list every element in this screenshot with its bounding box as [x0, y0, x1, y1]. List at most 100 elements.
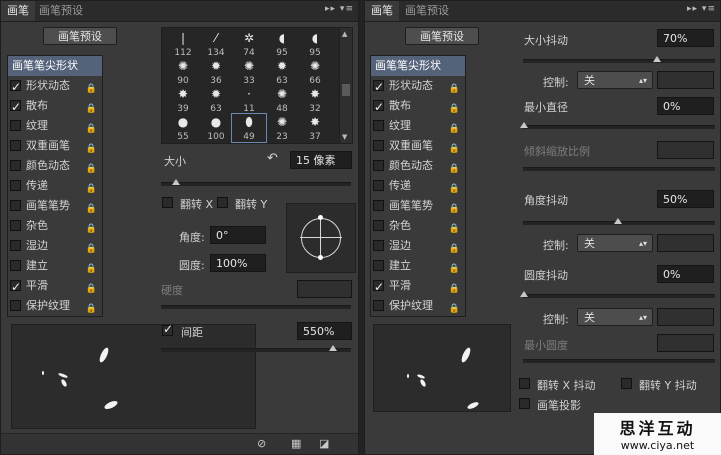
brush-option-item[interactable]: 双重画笔 🔒: [8, 136, 102, 156]
size-slider-thumb[interactable]: [172, 179, 180, 185]
scroll-down-icon[interactable]: ▼: [342, 133, 347, 141]
option-checkbox[interactable]: [373, 200, 384, 211]
size-field[interactable]: 15 像素: [290, 151, 352, 169]
size-control-select[interactable]: 关 ▴▾: [577, 71, 653, 89]
lock-icon[interactable]: 🔒: [449, 299, 460, 319]
brush-option-item[interactable]: 画笔笔尖形状: [371, 56, 465, 76]
brush-visibility-icon[interactable]: ⊘: [257, 437, 266, 450]
tab-brush[interactable]: 画笔: [1, 1, 35, 21]
brush-tip[interactable]: ✹ 36: [199, 58, 233, 86]
brush-tip[interactable]: ✹ 63: [199, 86, 233, 114]
tip-grid-scrollbar[interactable]: ▲ ▼: [339, 28, 352, 143]
scroll-up-icon[interactable]: ▲: [342, 30, 347, 38]
spacing-slider-thumb[interactable]: [329, 345, 337, 351]
reset-size-icon[interactable]: ↶: [267, 151, 278, 166]
brush-tip[interactable]: ❘ 112: [166, 30, 200, 58]
brush-option-item[interactable]: 保护纹理 🔒: [371, 296, 465, 316]
brush-option-item[interactable]: 形状动态🔒: [371, 76, 465, 97]
brush-tip[interactable]: ✸ 37: [298, 114, 332, 142]
brush-tip[interactable]: ✹ 63: [265, 58, 299, 86]
roundness-handle[interactable]: [318, 215, 323, 220]
angle-jitter-slider[interactable]: [523, 218, 715, 225]
roundness-control-select[interactable]: 关 ▴▾: [577, 308, 653, 326]
option-checkbox[interactable]: [373, 240, 384, 251]
size-jitter-thumb[interactable]: [653, 56, 661, 62]
lock-icon[interactable]: 🔒: [86, 299, 97, 319]
brush-presets-button[interactable]: 画笔预设: [405, 27, 479, 45]
option-checkbox[interactable]: [373, 160, 384, 171]
brush-option-item[interactable]: 湿边 🔒: [371, 236, 465, 256]
roundness-jitter-thumb[interactable]: [520, 291, 528, 297]
min-diameter-thumb[interactable]: [520, 122, 528, 128]
scrollbar-thumb[interactable]: [342, 84, 350, 96]
brush-option-item[interactable]: 建立 🔒: [371, 256, 465, 276]
new-preset-icon[interactable]: ◪: [319, 437, 329, 450]
brush-option-item[interactable]: 画笔笔势 🔒: [8, 196, 102, 216]
brush-tip[interactable]: ✺ 33: [232, 58, 266, 86]
brush-option-item[interactable]: 平滑🔒: [371, 276, 465, 297]
panel-menu-icon[interactable]: ▸▸ ▾≡: [687, 4, 716, 14]
spacing-checkbox[interactable]: [162, 322, 173, 336]
angle-jitter-field[interactable]: 50%: [657, 190, 714, 208]
brush-tip[interactable]: ◖ 95: [298, 30, 332, 58]
flip-y-jitter-checkbox[interactable]: [621, 378, 632, 389]
size-jitter-field[interactable]: 70%: [657, 29, 714, 47]
min-diameter-slider[interactable]: [520, 122, 715, 129]
roundness-jitter-field[interactable]: 0%: [657, 265, 714, 283]
brush-option-item[interactable]: 保护纹理 🔒: [8, 296, 102, 316]
angle-control-select[interactable]: 关 ▴▾: [577, 234, 653, 252]
flip-x-jitter-checkbox[interactable]: [519, 378, 530, 389]
brush-option-item[interactable]: 颜色动态 🔒: [371, 156, 465, 176]
brush-option-item[interactable]: 散布🔒: [8, 96, 102, 117]
brush-option-item[interactable]: 建立 🔒: [8, 256, 102, 276]
option-checkbox[interactable]: [10, 77, 21, 97]
size-slider[interactable]: [161, 179, 351, 186]
brush-tip[interactable]: ✸ 32: [298, 86, 332, 114]
brush-option-item[interactable]: 纹理 🔒: [8, 116, 102, 136]
option-checkbox[interactable]: [10, 240, 21, 251]
brush-option-item[interactable]: 湿边 🔒: [8, 236, 102, 256]
tab-brush-presets[interactable]: 画笔预设: [33, 1, 89, 21]
brush-option-item[interactable]: 颜色动态 🔒: [8, 156, 102, 176]
brush-option-item[interactable]: 平滑🔒: [8, 276, 102, 297]
brush-tip[interactable]: ✺ 90: [166, 58, 200, 86]
brush-tip[interactable]: ✲ 74: [232, 30, 266, 58]
tab-brush-presets[interactable]: 画笔预设: [399, 1, 455, 21]
brush-tip[interactable]: · 11: [232, 86, 266, 114]
option-checkbox[interactable]: [10, 200, 21, 211]
brush-tip[interactable]: ◖ 95: [265, 30, 299, 58]
option-checkbox[interactable]: [373, 140, 384, 151]
option-checkbox[interactable]: [10, 120, 21, 131]
option-checkbox[interactable]: [10, 97, 21, 117]
brush-option-item[interactable]: 传递 🔒: [371, 176, 465, 196]
option-checkbox[interactable]: [373, 120, 384, 131]
spacing-slider[interactable]: [161, 345, 351, 352]
option-checkbox[interactable]: [10, 260, 21, 271]
option-checkbox[interactable]: [373, 77, 384, 97]
option-checkbox[interactable]: [373, 260, 384, 271]
brush-option-item[interactable]: 杂色 🔒: [8, 216, 102, 236]
option-checkbox[interactable]: [373, 277, 384, 297]
brush-tip[interactable]: ✺ 66: [298, 58, 332, 86]
brush-tip[interactable]: ✺ 48: [265, 86, 299, 114]
option-checkbox[interactable]: [373, 300, 384, 311]
brush-option-item[interactable]: 传递 🔒: [8, 176, 102, 196]
brush-tip[interactable]: ● 100: [199, 114, 233, 142]
option-checkbox[interactable]: [10, 277, 21, 297]
brush-tip[interactable]: ✸ 39: [166, 86, 200, 114]
brush-option-item[interactable]: 纹理 🔒: [371, 116, 465, 136]
roundness-handle[interactable]: [318, 255, 323, 260]
spacing-field[interactable]: 550%: [297, 322, 352, 340]
flip-x-checkbox[interactable]: [162, 197, 173, 208]
brush-option-item[interactable]: 画笔笔尖形状: [8, 56, 102, 76]
brush-tip-grid[interactable]: ▲ ▼ ❘ 112 ⁄ 134 ✲ 74 ◖ 95 ◖ 95 ✺ 90 ✹ 36 ✺ 33 ✹ 63 ✺ 66 ✸ 39 ✹…: [161, 27, 353, 144]
brush-tip[interactable]: ✺ 23: [265, 114, 299, 142]
brush-tip[interactable]: ⁄ 134: [199, 30, 233, 58]
brush-option-item[interactable]: 形状动态🔒: [8, 76, 102, 97]
brush-tip[interactable]: ⬮ 49: [231, 113, 267, 143]
option-checkbox[interactable]: [373, 180, 384, 191]
brush-option-item[interactable]: 画笔笔势 🔒: [371, 196, 465, 216]
option-checkbox[interactable]: [10, 180, 21, 191]
angle-jitter-thumb[interactable]: [614, 218, 622, 224]
option-checkbox[interactable]: [373, 97, 384, 117]
